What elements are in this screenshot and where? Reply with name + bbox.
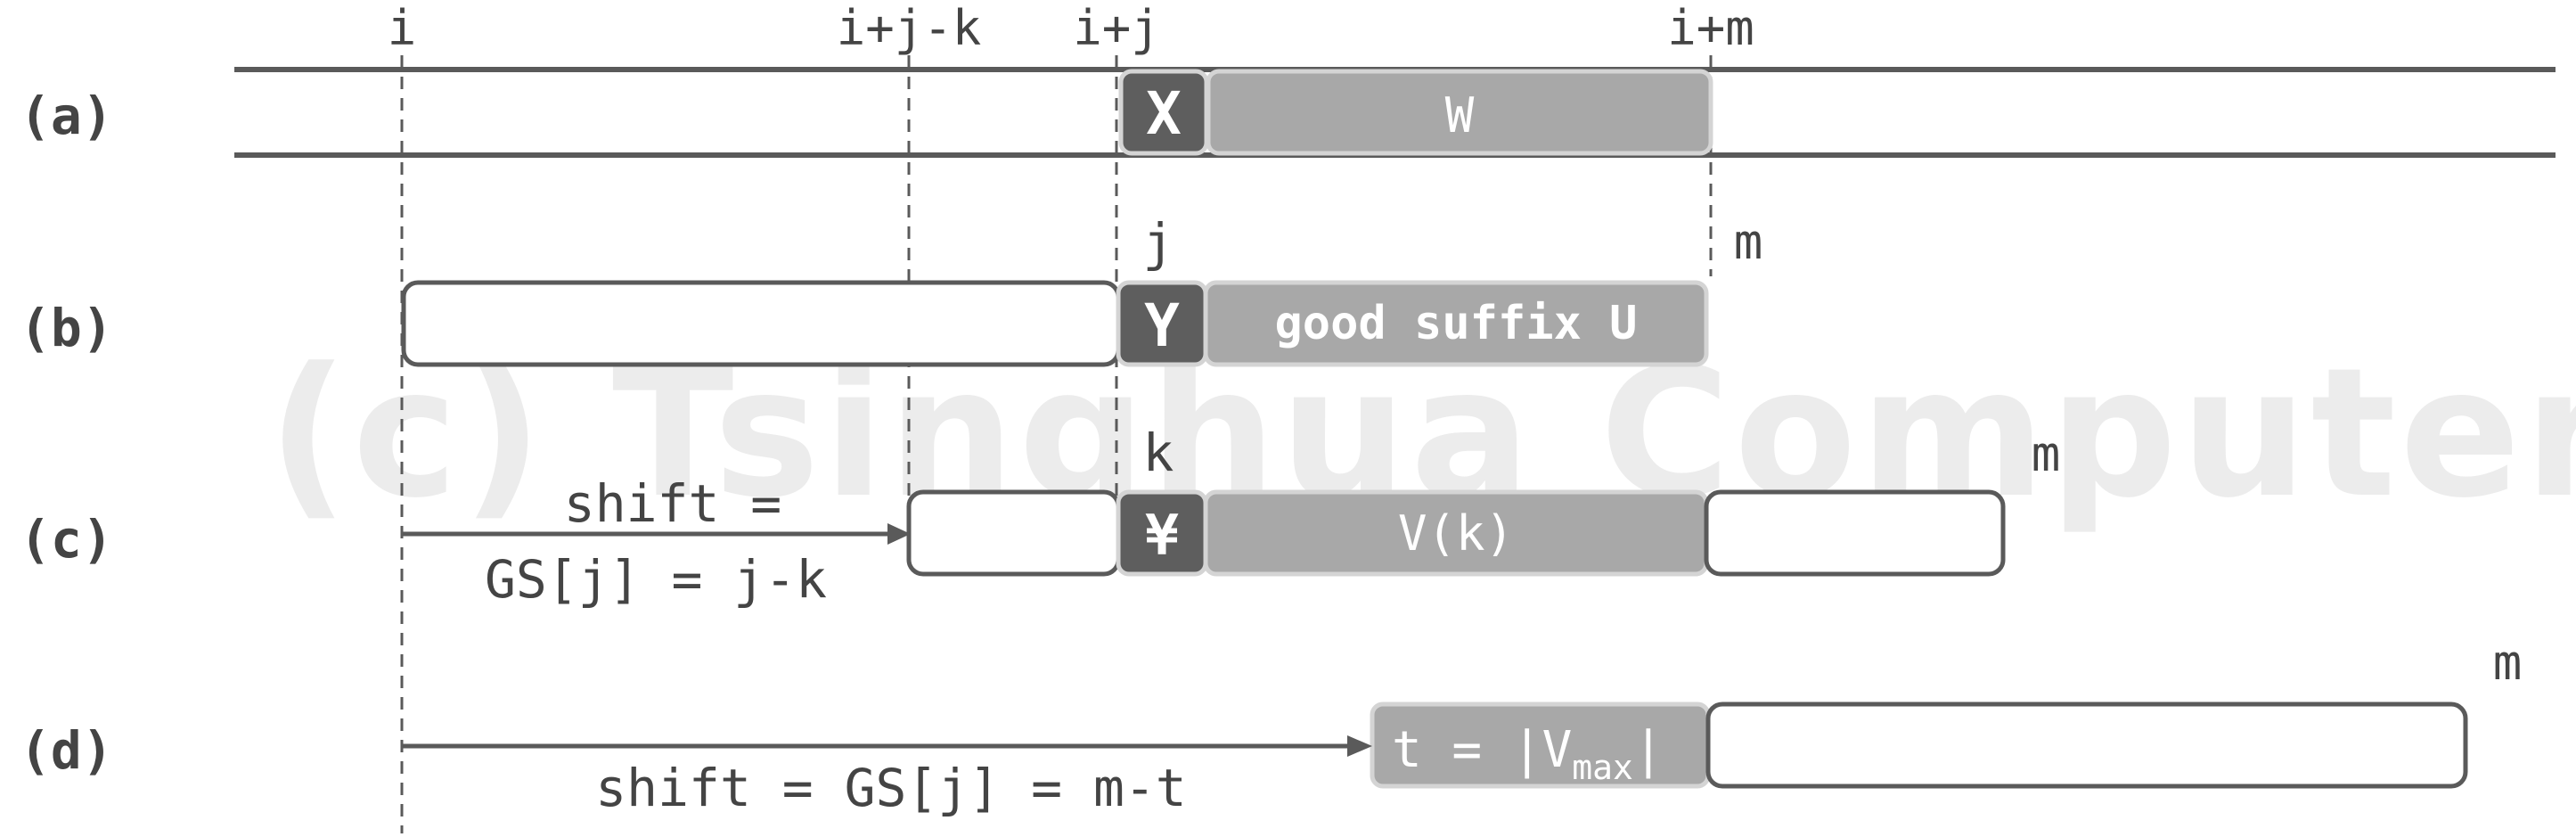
boyer-moore-good-suffix-diagram: (c) Tsinghua Computer (a) (b) (c) (d) i … [20, 0, 2576, 833]
char-y: Y [1144, 291, 1180, 360]
label-i-j: i+j [1073, 0, 1160, 56]
v-k-label: V(k) [1398, 505, 1514, 562]
t-vmax-sub: max [1572, 748, 1633, 787]
t-vmax-segment: t = |Vmax| [1370, 702, 1711, 789]
row-label-d: (d) [20, 720, 113, 781]
label-m-d: m [2493, 635, 2523, 691]
pattern-tail-box-c [1704, 489, 2006, 577]
char-x: X [1146, 79, 1182, 148]
label-i: i [388, 0, 417, 56]
row-a-mismatch-char: X [1118, 69, 1209, 156]
t-vmax-prefix: t = |V [1392, 721, 1572, 779]
label-j: j [1143, 212, 1174, 273]
row-b-mismatch-char: Y [1116, 280, 1208, 367]
row-c-mismatch-char: ¥ [1116, 489, 1208, 577]
row-label-b: (b) [20, 298, 113, 358]
pattern-prefix-box-b [401, 280, 1121, 367]
row-label-a: (a) [20, 86, 113, 146]
good-suffix-label: good suffix U [1275, 297, 1638, 350]
label-i-j-k: i+j-k [837, 0, 982, 56]
label-m-b: m [1734, 214, 1763, 270]
shift-c-line1: shift = [564, 473, 781, 534]
label-i-m: i+m [1667, 0, 1754, 56]
v-k-segment: V(k) [1203, 489, 1709, 577]
char-yen: ¥ [1145, 503, 1179, 568]
row-a-w-segment: W [1206, 69, 1713, 156]
label-m-c: m [2032, 426, 2061, 482]
t-vmax-suffix: | [1633, 721, 1664, 779]
pattern-prefix-box-c [906, 489, 1121, 577]
shift-d-label: shift = GS[j] = m-t [595, 758, 1186, 818]
shift-c-line2: GS[j] = j-k [485, 549, 827, 610]
good-suffix-segment: good suffix U [1203, 280, 1709, 367]
shift-arrowhead-d [1347, 735, 1372, 757]
pattern-tail-box-d [1705, 702, 2468, 789]
label-k: k [1143, 423, 1174, 483]
w-label: W [1445, 87, 1475, 144]
row-label-c: (c) [20, 509, 113, 570]
